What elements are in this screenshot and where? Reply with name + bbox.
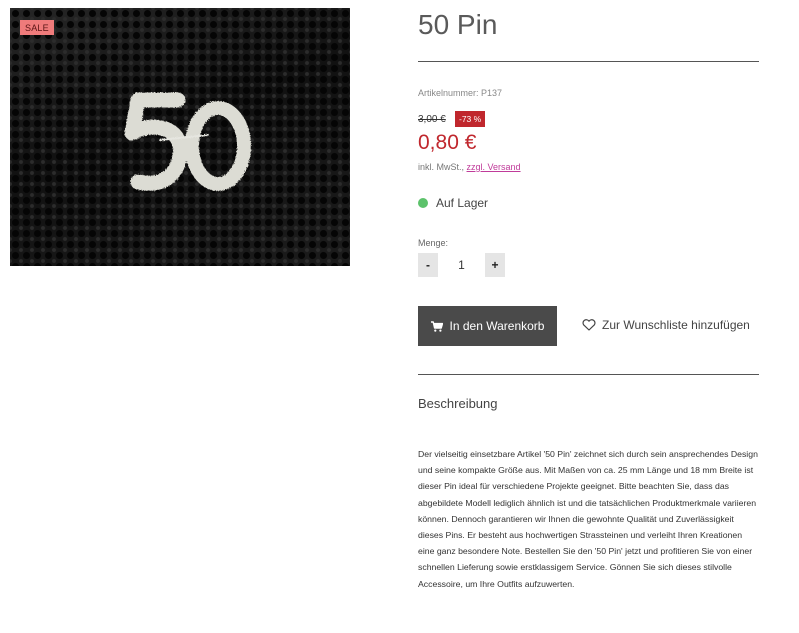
stock-status: Auf Lager xyxy=(418,196,488,210)
description-text: Der vielseitig einsetzbare Artikel '50 P… xyxy=(418,449,758,589)
quantity-increase-button[interactable]: + xyxy=(485,253,505,277)
quantity-value[interactable]: 1 xyxy=(438,258,485,272)
stock-label: Auf Lager xyxy=(436,196,489,210)
old-price: 3,00 € xyxy=(418,114,446,125)
wishlist-label: Zur Wunschliste hinzufügen xyxy=(602,318,750,332)
quantity-decrease-button[interactable]: - xyxy=(418,253,438,277)
tax-prefix: inkl. MwSt., xyxy=(418,162,467,172)
quantity-label: Menge: xyxy=(418,238,449,248)
heart-icon xyxy=(582,319,596,331)
product-image[interactable]: SALE xyxy=(10,8,350,266)
pin-50-image xyxy=(124,92,251,191)
divider xyxy=(418,61,759,62)
sku: Artikelnummer: P137 xyxy=(418,88,503,98)
stock-dot-icon xyxy=(418,198,428,208)
description-heading[interactable]: Beschreibung xyxy=(418,396,498,411)
quantity-stepper: - 1 + xyxy=(418,253,505,277)
product-title: 50 Pin xyxy=(418,9,498,40)
add-to-cart-button[interactable]: In den Warenkorb xyxy=(418,306,557,346)
tax-note: inkl. MwSt., zzgl. Versand xyxy=(418,162,521,172)
shipping-link[interactable]: zzgl. Versand xyxy=(467,162,521,172)
add-to-cart-label: In den Warenkorb xyxy=(449,319,545,333)
discount-badge: -73 % xyxy=(455,111,486,127)
divider xyxy=(418,374,759,375)
cart-icon xyxy=(430,320,443,332)
price: 0,80 € xyxy=(418,131,477,154)
sale-badge: SALE xyxy=(20,20,54,35)
wishlist-button[interactable]: Zur Wunschliste hinzufügen xyxy=(582,318,750,332)
